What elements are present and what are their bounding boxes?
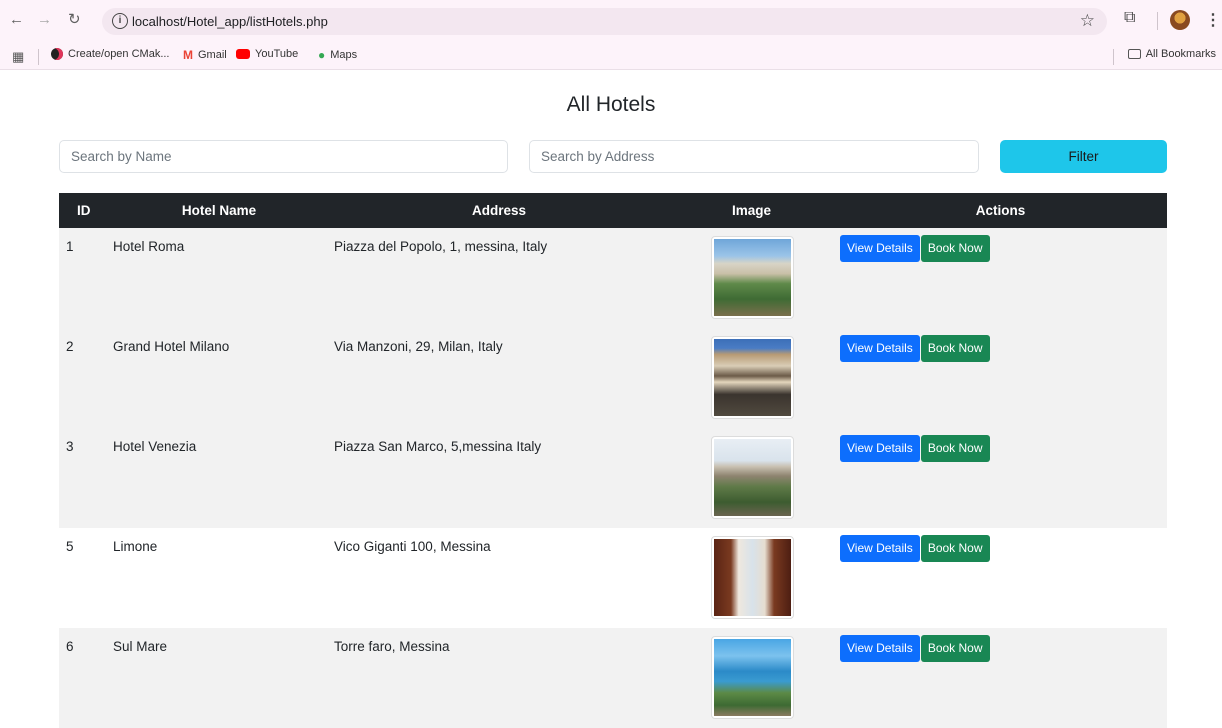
view-details-button[interactable]: View Details — [840, 635, 920, 662]
profile-avatar[interactable] — [1170, 10, 1190, 30]
bookmark-label: YouTube — [255, 48, 299, 60]
apps-grid-icon[interactable]: ▦ — [12, 49, 24, 65]
hotel-id: 1 — [59, 228, 109, 328]
url-text[interactable]: localhost/Hotel_app/listHotels.php — [132, 14, 328, 29]
view-details-button[interactable]: View Details — [840, 535, 920, 562]
hotel-id: 2 — [59, 328, 109, 428]
bookmark-cmake[interactable]: Create/open CMak... — [51, 48, 170, 60]
hotel-address: Piazza San Marco, 5,messina Italy — [329, 428, 669, 528]
bookmark-youtube[interactable]: YouTube — [236, 48, 298, 60]
site-info-icon[interactable]: i — [112, 13, 128, 29]
header-image: Image — [669, 193, 834, 228]
book-now-button[interactable]: Book Now — [920, 635, 990, 662]
hotel-image — [711, 536, 794, 619]
table-row: 3 Hotel Venezia Piazza San Marco, 5,mess… — [59, 428, 1167, 528]
view-details-button[interactable]: View Details — [840, 435, 920, 462]
gmail-icon: M — [183, 48, 193, 62]
table-row: 2 Grand Hotel Milano Via Manzoni, 29, Mi… — [59, 328, 1167, 428]
table-row: 5 Limone Vico Giganti 100, Messina View … — [59, 528, 1167, 628]
hotel-image — [711, 436, 794, 519]
view-details-button[interactable]: View Details — [840, 335, 920, 362]
hotel-address: Vico Giganti 100, Messina — [329, 528, 669, 628]
header-actions: Actions — [834, 193, 1167, 228]
hotel-image — [711, 636, 794, 719]
bookmarks-divider — [1113, 49, 1114, 65]
filter-button[interactable]: Filter — [1000, 140, 1167, 173]
hotel-image — [711, 336, 794, 419]
youtube-icon — [236, 49, 250, 59]
header-address: Address — [329, 193, 669, 228]
table-row: 6 Sul Mare Torre faro, Messina View Deta… — [59, 628, 1167, 728]
book-now-button[interactable]: Book Now — [920, 435, 990, 462]
address-bar[interactable]: i localhost/Hotel_app/listHotels.php ☆ — [102, 8, 1107, 35]
search-name-input[interactable]: Search by Name — [59, 140, 508, 173]
hotel-name: Sul Mare — [109, 628, 329, 728]
extensions-icon[interactable]: ⧉ — [1124, 9, 1135, 27]
header-id: ID — [59, 193, 109, 228]
page-title: All Hotels — [566, 93, 656, 116]
cmake-icon — [51, 48, 63, 60]
table-row: 1 Hotel Roma Piazza del Popolo, 1, messi… — [59, 228, 1167, 328]
bookmark-maps[interactable]: ● Maps — [318, 48, 357, 62]
bookmark-gmail[interactable]: M Gmail — [183, 48, 227, 62]
back-icon[interactable]: ← — [9, 11, 24, 29]
all-bookmarks-label: All Bookmarks — [1145, 48, 1216, 60]
hotel-id: 3 — [59, 428, 109, 528]
hotel-name: Hotel Venezia — [109, 428, 329, 528]
bookmark-label: Create/open CMak... — [68, 48, 170, 60]
menu-kebab-icon[interactable]: ⋮ — [1205, 10, 1221, 30]
bookmark-star-icon[interactable]: ☆ — [1080, 11, 1095, 31]
book-now-button[interactable]: Book Now — [920, 535, 990, 562]
all-bookmarks-button[interactable]: All Bookmarks — [1127, 48, 1216, 60]
bookmarks-divider — [38, 49, 39, 65]
book-now-button[interactable]: Book Now — [920, 235, 990, 262]
hotel-name: Hotel Roma — [109, 228, 329, 328]
header-hotel-name: Hotel Name — [109, 193, 329, 228]
bookmark-label: Maps — [330, 49, 358, 61]
hotel-name: Limone — [109, 528, 329, 628]
reload-icon[interactable]: ↻ — [68, 11, 81, 29]
hotel-address: Torre faro, Messina — [329, 628, 669, 728]
folder-icon — [1127, 49, 1141, 59]
hotels-table: ID Hotel Name Address Image Actions 1 Ho… — [59, 193, 1167, 728]
hotel-id: 6 — [59, 628, 109, 728]
table-header-row: ID Hotel Name Address Image Actions — [59, 193, 1167, 228]
forward-icon[interactable]: → — [37, 11, 52, 29]
hotel-image — [711, 236, 794, 319]
search-address-input[interactable]: Search by Address — [529, 140, 979, 173]
book-now-button[interactable]: Book Now — [920, 335, 990, 362]
hotel-address: Via Manzoni, 29, Milan, Italy — [329, 328, 669, 428]
maps-pin-icon: ● — [318, 48, 326, 62]
view-details-button[interactable]: View Details — [840, 235, 920, 262]
toolbar-divider — [1157, 12, 1158, 30]
hotel-address: Piazza del Popolo, 1, messina, Italy — [329, 228, 669, 328]
hotel-id: 5 — [59, 528, 109, 628]
bookmark-label: Gmail — [198, 49, 227, 61]
hotel-name: Grand Hotel Milano — [109, 328, 329, 428]
